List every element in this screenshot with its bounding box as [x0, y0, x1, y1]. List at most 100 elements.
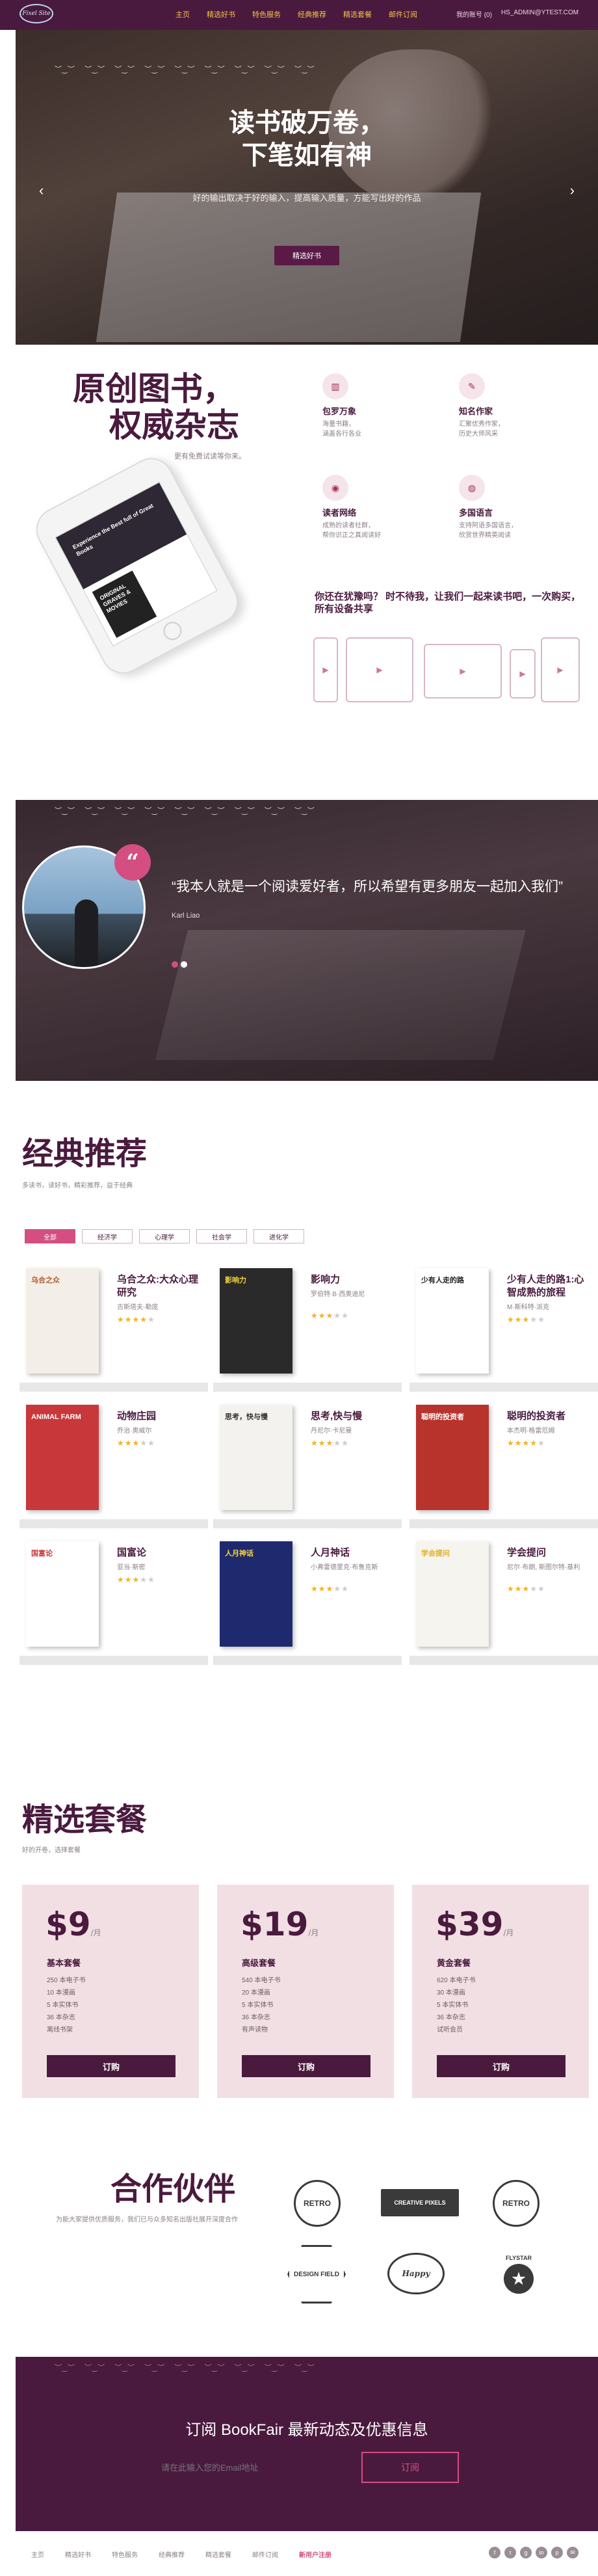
partner-logo-design-field[interactable]: DESIGN FIELD — [287, 2245, 346, 2304]
book-card[interactable]: 思考，快与慢 思考,快与慢 丹尼尔·卡尼曼 ★★★★★ — [213, 1405, 402, 1528]
book-author: 小弗雷德里克·布鲁克斯 — [311, 1564, 378, 1571]
star-icon: ★ — [318, 1311, 326, 1320]
buy-button-basic[interactable]: 订购 — [47, 2055, 176, 2077]
footer-item-home[interactable]: 主页 — [31, 2549, 44, 2559]
book-card[interactable]: 聪明的投资者 聪明的投资者 本杰明·格雷厄姆 ★★★★★ — [410, 1405, 598, 1528]
feature-title: 多国语言 — [459, 508, 493, 518]
tab-all[interactable]: 全部 — [25, 1229, 75, 1243]
book-cover[interactable]: 国富论 — [26, 1541, 99, 1647]
email-input[interactable] — [153, 2452, 361, 2483]
book-card[interactable]: 乌合之众 乌合之众:大众心理研究 古斯塔夫·勒庞 ★★★★★ — [20, 1268, 208, 1392]
subscribe-button[interactable]: 订阅 — [361, 2452, 459, 2483]
book-cover[interactable]: 人月神话 — [220, 1541, 292, 1647]
hero-next-icon[interactable]: › — [570, 182, 575, 199]
footer-item-register[interactable]: 新用户注册 — [299, 2549, 332, 2559]
book-cover[interactable]: ANIMAL FARM — [26, 1405, 99, 1510]
book-title[interactable]: 少有人走的路1:心智成熟的旅程 — [507, 1273, 592, 1299]
book-card[interactable]: 人月神话 人月神话 小弗雷德里克·布鲁克斯 ★★★★★ — [213, 1541, 402, 1665]
nav-menu: 主页 精选好书 特色服务 经典推荐 精选套餐 邮件订阅 — [176, 9, 417, 20]
rating-stars: ★★★★★ — [117, 1439, 155, 1448]
nav-item-plans[interactable]: 精选套餐 — [343, 9, 372, 20]
book-card[interactable]: ANIMAL FARM 动物庄园 乔治·奥威尔 ★★★★★ — [20, 1405, 208, 1528]
footer-item-plans[interactable]: 精选套餐 — [205, 2549, 231, 2559]
nav-item-classics[interactable]: 经典推荐 — [298, 9, 326, 20]
book-title[interactable]: 思考,快与慢 — [311, 1410, 395, 1423]
tab-economics[interactable]: 经济学 — [82, 1229, 133, 1243]
book-cover[interactable]: 乌合之众 — [26, 1268, 99, 1374]
book-author: 古斯塔夫·勒庞 — [117, 1304, 159, 1311]
book-card[interactable]: 国富论 国富论 亚当·斯密 ★★★★★ — [20, 1541, 208, 1665]
book-shelf — [213, 1656, 402, 1665]
rating-stars: ★★★★★ — [311, 1311, 349, 1320]
partner-logo-creative-pixels[interactable]: CREATIVE PIXELS — [381, 2189, 459, 2216]
book-shelf — [20, 1383, 208, 1392]
account-link[interactable]: 我的账号 (0) — [456, 9, 492, 19]
email-link[interactable]: HS_ADMIN@YTEST.COM — [501, 9, 578, 19]
book-card[interactable]: 影响力 影响力 罗伯特·B·西奥迪尼 ★★★★★ — [213, 1268, 402, 1392]
social-links: f t g in p ✉ — [489, 2547, 578, 2558]
partner-logo-retro[interactable]: RETRO — [294, 2180, 341, 2227]
hero-subtitle: 好的输出取决于好的输入，提高输入质量，方能写出好的作品 — [192, 193, 421, 203]
nav-item-services[interactable]: 特色服务 — [252, 9, 281, 20]
book-title[interactable]: 人月神话 — [311, 1547, 395, 1560]
book-shelf — [213, 1383, 402, 1392]
plan-card-advanced: $19/月 高级套餐 540 本电子书 20 本漫画 5 本实体书 36 本杂志… — [217, 1885, 394, 2098]
book-card[interactable]: 少有人走的路 少有人走的路1:心智成熟的旅程 M·斯科特·派克 ★★★★★ — [410, 1268, 598, 1392]
book-title[interactable]: 乌合之众:大众心理研究 — [117, 1273, 202, 1299]
partner-logo-happy[interactable]: Happy — [387, 2253, 445, 2294]
mail-icon[interactable]: ✉ — [567, 2547, 578, 2558]
google-icon[interactable]: g — [520, 2547, 532, 2558]
nav-item-home[interactable]: 主页 — [176, 9, 190, 20]
tab-evolution[interactable]: 进化学 — [254, 1229, 304, 1243]
plan-price-value: $19 — [240, 1905, 309, 1943]
twitter-icon[interactable]: t — [504, 2547, 516, 2558]
book-cover[interactable]: 学会提问 — [416, 1541, 489, 1647]
plan-feature: 5 本实体书 — [47, 2002, 79, 2009]
book-author: 尼尔·布朗, 斯图尔特·基利 — [507, 1564, 580, 1571]
pinterest-icon[interactable]: p — [551, 2547, 563, 2558]
flystar-badge: FLYSTAR ★ — [504, 2255, 534, 2294]
plan-feature: 620 本电子书 — [437, 1977, 476, 1984]
facebook-icon[interactable]: f — [489, 2547, 500, 2558]
pager-dot[interactable] — [181, 961, 187, 968]
book-title[interactable]: 动物庄园 — [117, 1410, 202, 1423]
tab-sociology[interactable]: 社会学 — [196, 1229, 247, 1243]
book-cover-title: 学会提问 — [421, 1550, 450, 1558]
footer-item-subscribe[interactable]: 邮件订阅 — [252, 2549, 278, 2559]
book-cover-title: 影响力 — [225, 1277, 246, 1284]
footer-item-classics[interactable]: 经典推荐 — [159, 2549, 185, 2559]
classics-subtitle: 多读书，读好书，精彩推荐，益于经典 — [22, 1182, 133, 1189]
hero-prev-icon[interactable]: ‹ — [39, 182, 44, 199]
hero-cta-button[interactable]: 精选好书 — [274, 246, 339, 265]
nav-item-subscribe[interactable]: 邮件订阅 — [389, 9, 417, 20]
partner-logo-retro-2[interactable]: RETRO — [493, 2180, 540, 2227]
hero-title: 读书破万卷， 下笔如有神 — [16, 107, 598, 172]
nav-item-books[interactable]: 精选好书 — [207, 9, 235, 20]
magazine-title-line1: 原创图书， — [73, 370, 235, 408]
book-cover[interactable]: 影响力 — [220, 1268, 292, 1374]
linkedin-icon[interactable]: in — [536, 2547, 547, 2558]
footer-item-services[interactable]: 特色服务 — [112, 2549, 138, 2559]
plan-name: 黄金套餐 — [437, 1958, 471, 1968]
book-title[interactable]: 国富论 — [117, 1547, 202, 1560]
rating-stars: ★★★★★ — [117, 1575, 155, 1584]
plan-name: 基本套餐 — [47, 1958, 81, 1968]
tablet-device-icon: ▶ — [346, 637, 413, 702]
tab-psychology[interactable]: 心理学 — [139, 1229, 190, 1243]
book-title[interactable]: 影响力 — [311, 1273, 395, 1286]
book-title[interactable]: 学会提问 — [507, 1547, 592, 1560]
book-title[interactable]: 聪明的投资者 — [507, 1410, 592, 1423]
star-icon: ★ — [514, 1315, 523, 1324]
site-logo[interactable]: Fixel Site — [20, 4, 53, 23]
phone-screen-header: Experience the Best full of Great Books — [55, 483, 187, 590]
footer-item-books[interactable]: 精选好书 — [65, 2549, 91, 2559]
star-icon: ★ — [140, 1439, 148, 1448]
book-cover[interactable]: 聪明的投资者 — [416, 1405, 489, 1510]
buy-button-gold[interactable]: 订购 — [437, 2055, 566, 2077]
pager-dot-active[interactable] — [172, 961, 178, 968]
book-card[interactable]: 学会提问 学会提问 尼尔·布朗, 斯图尔特·基利 ★★★★★ — [410, 1541, 598, 1665]
book-cover[interactable]: 思考，快与慢 — [220, 1405, 292, 1510]
book-cover[interactable]: 少有人走的路 — [416, 1268, 489, 1374]
partner-logo-flystar[interactable]: FLYSTAR ★ — [486, 2245, 551, 2304]
buy-button-advanced[interactable]: 订购 — [242, 2055, 370, 2077]
